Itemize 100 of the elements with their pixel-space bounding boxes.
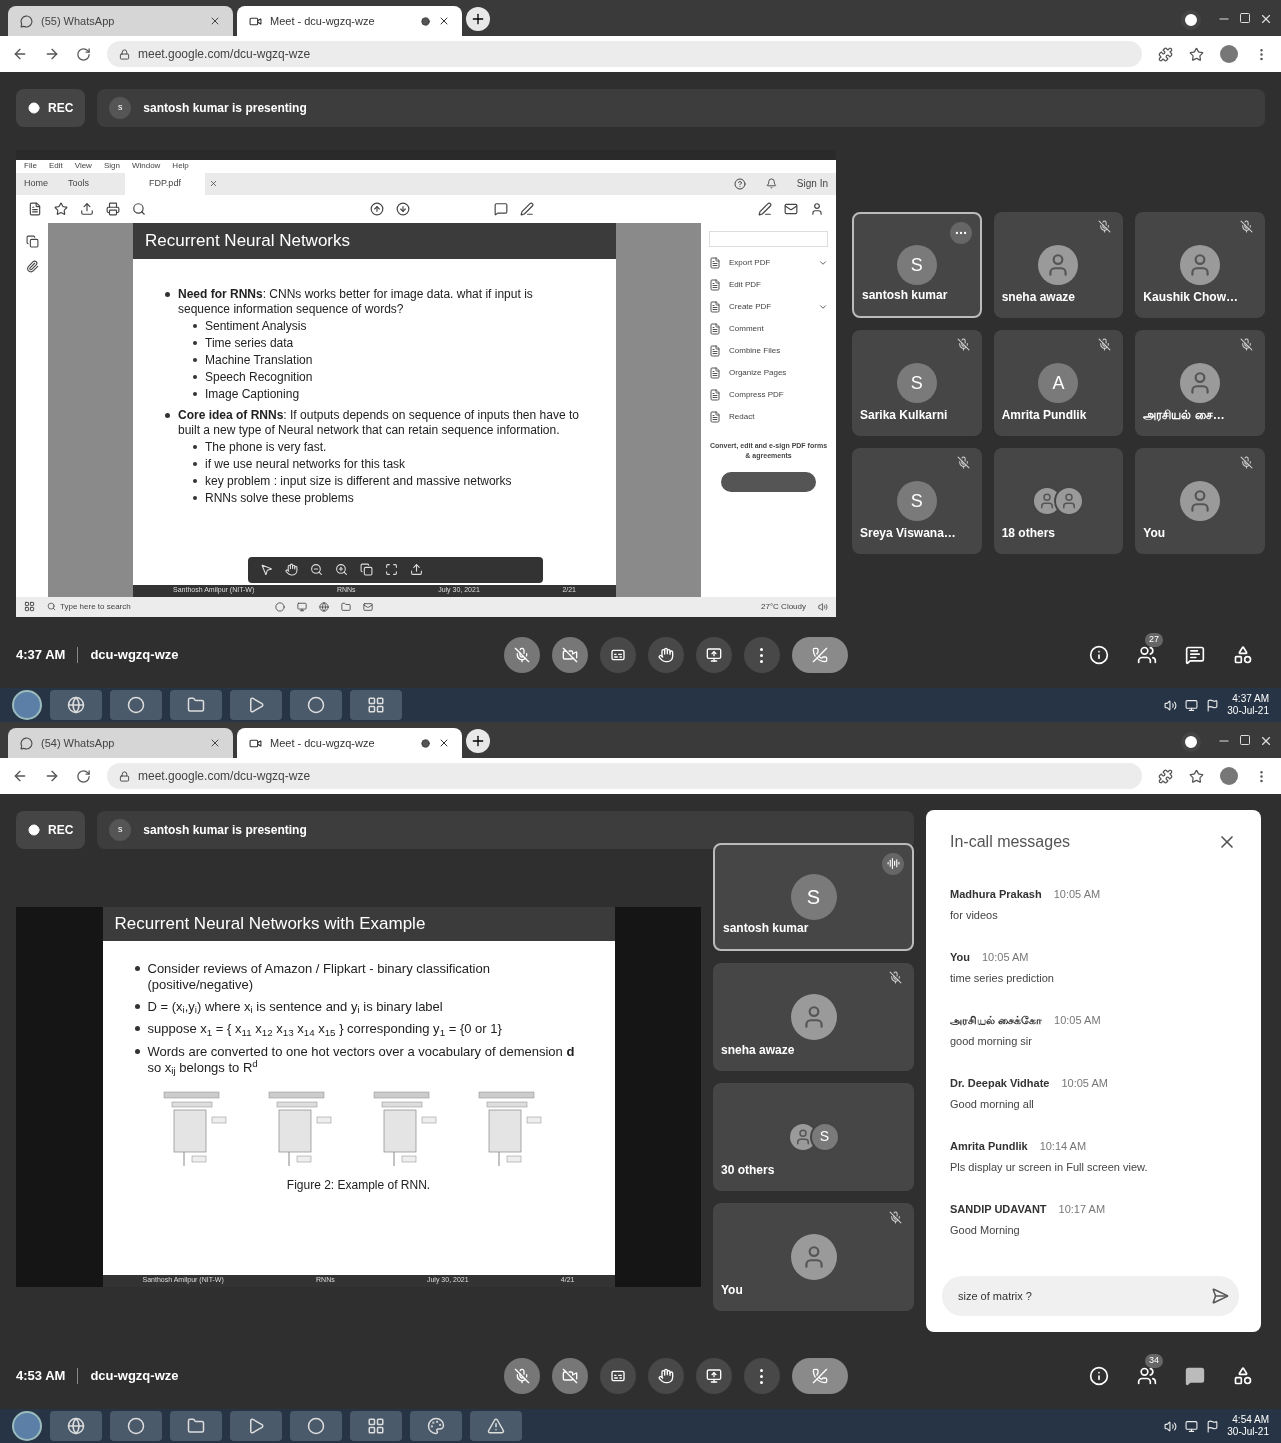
tool-item[interactable]: Edit PDF [709, 278, 828, 291]
more-options-button[interactable] [949, 222, 972, 244]
menu-item[interactable]: Help [172, 160, 189, 172]
pages-icon[interactable] [360, 563, 373, 576]
browser-tab[interactable]: (54) WhatsApp [8, 728, 233, 758]
browser-tab[interactable]: (55) WhatsApp [8, 6, 233, 36]
maximize-icon[interactable] [1239, 734, 1251, 746]
tool-item[interactable]: Export PDF [709, 256, 828, 269]
info-icon[interactable] [1089, 645, 1109, 665]
message-input[interactable]: size of matrix ? [958, 1287, 1223, 1305]
back-icon[interactable] [12, 46, 28, 62]
document-icon[interactable] [28, 201, 42, 216]
tool-item[interactable]: Organize Pages [709, 366, 828, 379]
tool-item[interactable]: Compress PDF [709, 388, 828, 401]
tool-search-field[interactable] [709, 230, 828, 247]
menu-item[interactable]: View [74, 160, 92, 172]
message-field[interactable]: size of matrix ? [942, 1276, 1239, 1316]
mail-icon[interactable] [363, 601, 373, 612]
taskbar-app[interactable] [290, 690, 342, 720]
browser-tab[interactable]: Meet - dcu-wgzq-wze [237, 6, 462, 36]
trial-button[interactable] [721, 471, 816, 492]
bell-icon[interactable] [765, 178, 777, 189]
flag-icon[interactable] [1206, 698, 1220, 712]
volume-icon[interactable] [1164, 698, 1178, 712]
tool-item[interactable]: Create PDF [709, 300, 828, 313]
forward-icon[interactable] [44, 46, 60, 62]
star-icon[interactable] [54, 201, 68, 216]
sign-icon[interactable] [758, 201, 772, 216]
tool-item[interactable]: Redact [709, 410, 828, 423]
tool-item[interactable]: Comment [709, 322, 828, 335]
close-icon[interactable] [438, 15, 450, 27]
flag-icon[interactable] [1206, 1419, 1220, 1433]
menu-item[interactable]: Window [131, 160, 161, 172]
pages-icon[interactable] [25, 234, 39, 248]
taskbar-app[interactable] [110, 690, 162, 720]
camera-off-button[interactable] [551, 637, 588, 673]
taskbar-app[interactable] [170, 690, 222, 720]
upload-icon[interactable] [410, 563, 423, 576]
volume-icon[interactable] [1164, 1419, 1178, 1433]
activities-icon[interactable] [1233, 645, 1253, 665]
taskbar-app[interactable] [410, 1411, 462, 1441]
puzzle-icon[interactable] [1158, 46, 1173, 62]
activities-icon[interactable] [1233, 1366, 1253, 1386]
folder-icon[interactable] [341, 601, 351, 612]
taskbar-app[interactable] [470, 1411, 522, 1441]
hand-icon[interactable] [285, 563, 298, 576]
network-icon[interactable] [1185, 698, 1199, 712]
sign-in-link[interactable]: Sign In [796, 176, 828, 191]
taskbar-app[interactable] [230, 690, 282, 720]
taskbar-app[interactable] [50, 690, 102, 720]
new-tab-button[interactable] [466, 729, 490, 753]
zoom-out-icon[interactable] [310, 563, 323, 576]
attachment-icon[interactable] [25, 259, 39, 273]
nav-tab[interactable]: Tools [68, 176, 90, 191]
present-button[interactable] [695, 637, 732, 673]
bookmark-star-icon[interactable] [1189, 46, 1204, 62]
network-icon[interactable] [1185, 1419, 1199, 1433]
profile-icon[interactable] [1181, 10, 1201, 30]
document-tab[interactable]: FDP.pdf [125, 172, 205, 195]
info-icon[interactable] [1089, 1366, 1109, 1386]
page-down-icon[interactable] [396, 201, 410, 216]
profile-icon[interactable] [1181, 732, 1201, 752]
browser-tab[interactable]: Meet - dcu-wgzq-wze [237, 728, 462, 758]
present-button[interactable] [695, 1358, 732, 1394]
comment-icon[interactable] [494, 201, 508, 216]
fullscreen-icon[interactable] [385, 563, 398, 576]
page-up-icon[interactable] [370, 201, 384, 216]
people-icon[interactable] [1137, 1366, 1157, 1386]
maximize-icon[interactable] [1239, 12, 1251, 24]
forward-icon[interactable] [44, 768, 60, 784]
close-icon[interactable] [438, 737, 450, 749]
zoom-in-icon[interactable] [335, 563, 348, 576]
globe-icon[interactable] [319, 601, 329, 612]
menu-item[interactable]: Sign [103, 160, 120, 172]
end-call-button[interactable] [791, 1358, 848, 1394]
start-button[interactable] [12, 690, 42, 720]
back-icon[interactable] [12, 768, 28, 784]
taskbar-app[interactable] [290, 1411, 342, 1441]
mail-icon[interactable] [784, 201, 798, 216]
address-field[interactable]: meet.google.com/dcu-wgzq-wze [107, 41, 1142, 67]
chat-icon[interactable] [1185, 1366, 1205, 1386]
upload-icon[interactable] [80, 201, 94, 216]
close-icon[interactable] [209, 737, 221, 749]
captions-button[interactable] [599, 637, 636, 673]
people-icon[interactable] [1137, 645, 1157, 665]
taskbar-app[interactable] [170, 1411, 222, 1441]
captions-button[interactable] [599, 1358, 636, 1394]
circle-icon[interactable] [275, 601, 285, 612]
monitor-icon[interactable] [297, 601, 307, 612]
close-icon[interactable] [209, 15, 221, 27]
taskbar-app[interactable] [50, 1411, 102, 1441]
nav-tab[interactable]: Home [24, 176, 48, 191]
taskbar-search-field[interactable]: Type here to search [47, 600, 247, 613]
mic-off-button[interactable] [503, 637, 540, 673]
taskbar-app[interactable] [350, 690, 402, 720]
new-tab-button[interactable] [466, 7, 490, 31]
taskbar-app[interactable] [350, 1411, 402, 1441]
user-icon[interactable] [810, 201, 824, 216]
taskbar-app[interactable] [230, 1411, 282, 1441]
raise-hand-button[interactable] [647, 1358, 684, 1394]
